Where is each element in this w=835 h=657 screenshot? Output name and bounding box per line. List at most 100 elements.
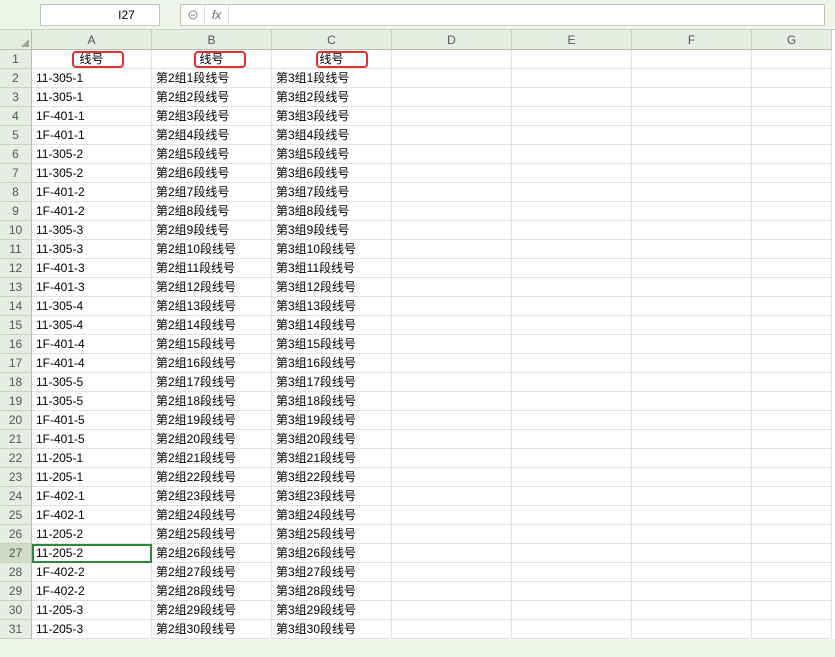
cell[interactable] [512,202,632,221]
row-header[interactable]: 2 [0,69,32,88]
cell[interactable] [752,354,832,373]
cell[interactable] [392,506,512,525]
cell[interactable] [752,107,832,126]
cell[interactable]: 1F-402-2 [32,563,152,582]
cell[interactable] [392,202,512,221]
row-header[interactable]: 3 [0,88,32,107]
cell[interactable]: 1F-402-1 [32,487,152,506]
cell[interactable] [512,50,632,69]
cell[interactable] [752,601,832,620]
cell[interactable]: 第3组4段线号 [272,126,392,145]
cell[interactable] [752,411,832,430]
cell[interactable] [392,145,512,164]
cell[interactable] [752,525,832,544]
cell[interactable] [632,354,752,373]
cell[interactable] [392,164,512,183]
cell[interactable]: 线号 [32,50,152,69]
cell[interactable] [512,259,632,278]
row-header[interactable]: 1 [0,50,32,69]
cell[interactable] [392,240,512,259]
cell[interactable] [392,183,512,202]
fx-button[interactable]: fx [205,5,229,25]
cell[interactable]: 第3组10段线号 [272,240,392,259]
cell[interactable] [392,620,512,639]
cell[interactable] [752,373,832,392]
cell[interactable] [512,316,632,335]
cell[interactable] [392,582,512,601]
cell[interactable] [512,164,632,183]
cell[interactable] [392,563,512,582]
cell[interactable] [392,316,512,335]
cell[interactable] [392,487,512,506]
cell[interactable] [752,126,832,145]
row-header[interactable]: 26 [0,525,32,544]
cell[interactable] [632,373,752,392]
cell[interactable]: 1F-402-1 [32,506,152,525]
cell[interactable]: 11-305-2 [32,145,152,164]
cell[interactable] [752,563,832,582]
cell[interactable]: 1F-401-5 [32,430,152,449]
cell[interactable] [512,620,632,639]
cell[interactable] [392,278,512,297]
cell[interactable]: 第3组26段线号 [272,544,392,563]
cell[interactable] [632,525,752,544]
cell[interactable]: 11-305-1 [32,88,152,107]
cell[interactable]: 11-305-5 [32,392,152,411]
cell[interactable]: 第2组24段线号 [152,506,272,525]
cell[interactable]: 第3组15段线号 [272,335,392,354]
cell[interactable] [632,487,752,506]
cell[interactable] [632,183,752,202]
cell[interactable]: 第3组21段线号 [272,449,392,468]
cell[interactable]: 第2组28段线号 [152,582,272,601]
cell[interactable] [752,259,832,278]
cell[interactable]: 第2组11段线号 [152,259,272,278]
cell[interactable]: 11-205-2 [32,544,152,563]
cell[interactable] [632,601,752,620]
cell[interactable]: 第3组23段线号 [272,487,392,506]
cell[interactable] [392,126,512,145]
cell[interactable]: 1F-401-3 [32,259,152,278]
cell[interactable]: 第2组25段线号 [152,525,272,544]
cell[interactable] [512,506,632,525]
cell[interactable]: 1F-401-2 [32,183,152,202]
column-header-c[interactable]: C [272,30,392,50]
cell[interactable] [752,392,832,411]
cell[interactable] [392,392,512,411]
cell[interactable]: 1F-401-3 [32,278,152,297]
cell[interactable] [392,411,512,430]
cell[interactable] [392,525,512,544]
cell[interactable]: 第3组18段线号 [272,392,392,411]
cell[interactable]: 1F-401-2 [32,202,152,221]
cell[interactable]: 第2组16段线号 [152,354,272,373]
formula-input[interactable] [229,5,824,25]
cell[interactable] [512,601,632,620]
cell[interactable] [632,164,752,183]
cell[interactable] [752,297,832,316]
cell[interactable] [632,145,752,164]
cell[interactable] [752,544,832,563]
cell[interactable] [632,297,752,316]
row-header[interactable]: 15 [0,316,32,335]
cell[interactable]: 第2组20段线号 [152,430,272,449]
cell[interactable] [512,107,632,126]
row-header[interactable]: 9 [0,202,32,221]
cell[interactable] [392,335,512,354]
column-header-b[interactable]: B [152,30,272,50]
row-header[interactable]: 31 [0,620,32,639]
cell[interactable]: 第3组24段线号 [272,506,392,525]
cell[interactable] [392,373,512,392]
cell[interactable]: 第2组19段线号 [152,411,272,430]
cell[interactable] [512,183,632,202]
row-header[interactable]: 25 [0,506,32,525]
cell[interactable] [632,430,752,449]
cell[interactable] [392,601,512,620]
cell[interactable] [752,582,832,601]
row-header[interactable]: 27 [0,544,32,563]
cell[interactable]: 第2组1段线号 [152,69,272,88]
cell[interactable]: 11-305-5 [32,373,152,392]
cell[interactable] [632,259,752,278]
cell[interactable]: 1F-401-1 [32,126,152,145]
cell[interactable] [512,126,632,145]
cell[interactable]: 第3组13段线号 [272,297,392,316]
row-header[interactable]: 11 [0,240,32,259]
